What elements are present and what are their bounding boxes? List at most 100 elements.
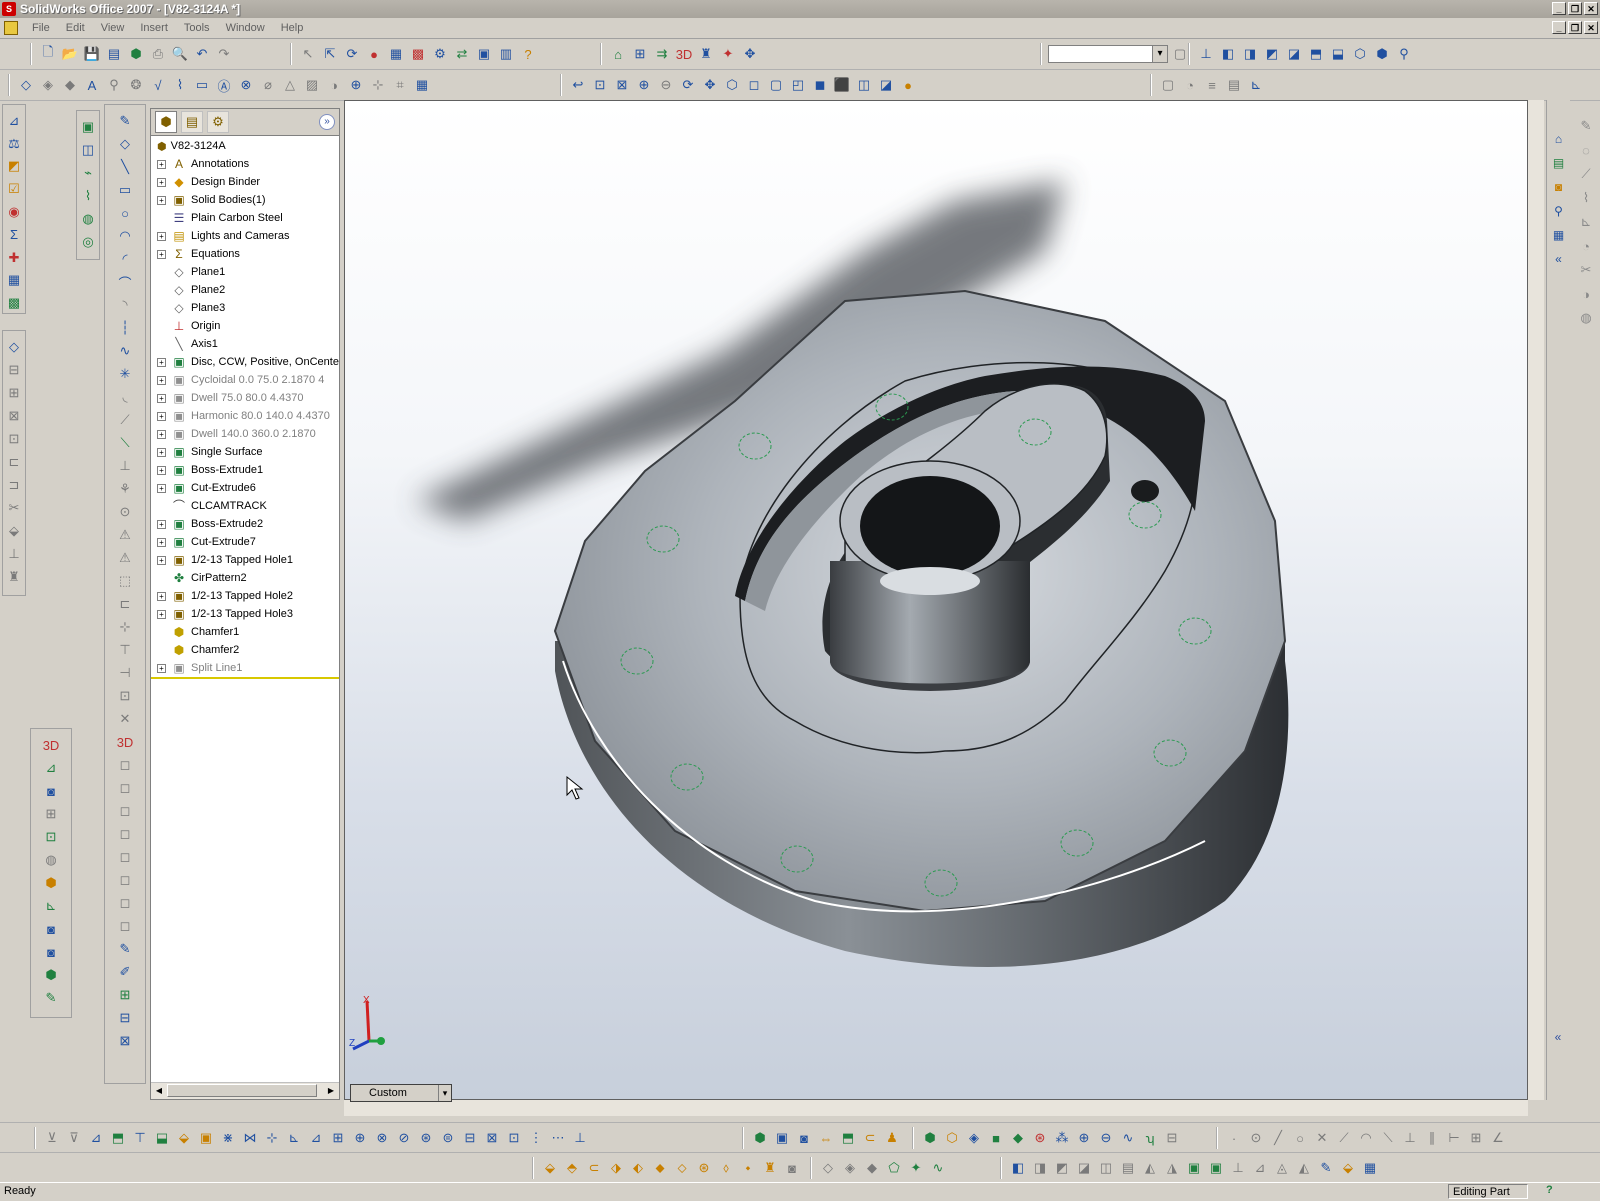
trim-extend-icon[interactable]: ∿	[928, 1158, 948, 1178]
datum-target-icon[interactable]: ⊗	[236, 75, 256, 95]
print-icon[interactable]: ⎙	[148, 44, 168, 64]
swept-surface-icon[interactable]: ⌁	[78, 163, 98, 183]
explode-block-icon[interactable]: ◻	[115, 916, 135, 936]
menu-tools[interactable]: Tools	[176, 18, 218, 38]
swept-cut-icon[interactable]: ⋈	[240, 1128, 260, 1148]
zoom-to-fit-icon[interactable]: ⊡	[590, 75, 610, 95]
chevron-down-icon[interactable]: ▾	[438, 1085, 451, 1101]
centerpoint-arc-icon[interactable]: ◠	[115, 226, 135, 246]
tree-item[interactable]: + ▣ Dwell 75.0 80.0 4.4370	[151, 389, 339, 407]
jog-icon[interactable]: ⬖	[628, 1158, 648, 1178]
isometric-view-icon[interactable]: ⬡	[1350, 44, 1370, 64]
expand-icon[interactable]: +	[157, 465, 166, 475]
wrap-icon[interactable]: ⊟	[460, 1128, 480, 1148]
draft-analysis-icon[interactable]: ◧	[1008, 1158, 1028, 1178]
viewport-hscrollbar[interactable]	[344, 1100, 1528, 1116]
search-icon[interactable]: ⚲	[1550, 202, 1568, 220]
edge-flange-icon[interactable]: ⬘	[562, 1158, 582, 1178]
move-component-icon[interactable]: ✥	[740, 44, 760, 64]
tree-item[interactable]: ⬢ Chamfer1	[151, 623, 339, 641]
new-document-icon[interactable]: 🗋	[38, 44, 58, 64]
revision-symbol-icon[interactable]: ⌗	[390, 75, 410, 95]
make-drawing-icon[interactable]: ▤	[104, 44, 124, 64]
lines-icon[interactable]: ≡	[1202, 75, 1222, 95]
datum-feature-icon[interactable]: Ⓐ	[214, 75, 234, 95]
tree-item[interactable]: ◇ Plane3	[151, 299, 339, 317]
scroll-thumb[interactable]	[167, 1084, 317, 1097]
file-explorer-icon[interactable]: ◙	[1550, 178, 1568, 196]
doc-close-button[interactable]: ✕	[1584, 21, 1598, 34]
circular-pattern-sketch-icon[interactable]: ⊤	[115, 640, 135, 660]
offset-icon[interactable]: ⟋	[115, 410, 135, 430]
point-snap-icon[interactable]: ·	[1224, 1128, 1244, 1148]
ruled-surface-icon[interactable]: ⬒	[838, 1128, 858, 1148]
expand-icon[interactable]: +	[157, 357, 166, 367]
measure-icon[interactable]: ⊿	[4, 111, 24, 131]
tree-item[interactable]: + A Annotations	[151, 155, 339, 173]
curve-through-points-icon[interactable]: ◍	[41, 850, 61, 870]
layer-sketch-icon[interactable]: ⊠	[115, 1031, 135, 1051]
helix-icon[interactable]: ⬢	[41, 873, 61, 893]
geometry-analysis-icon[interactable]: ◉	[4, 202, 24, 222]
feature-toolbar-icon[interactable]: ▢	[1158, 75, 1178, 95]
rollback-bar[interactable]	[151, 677, 339, 679]
right-tool-7-icon[interactable]: ✂	[1576, 260, 1596, 280]
tangent-arc-icon[interactable]: ◜	[115, 249, 135, 269]
bottom-view-icon[interactable]: ⬓	[1328, 44, 1348, 64]
design-table-icon[interactable]: ▩	[4, 293, 24, 313]
dimension-xpert-icon[interactable]: ◇	[4, 337, 24, 357]
surface-revolve-icon[interactable]: ⬡	[942, 1128, 962, 1148]
ordinate-icon[interactable]: ◆	[60, 75, 80, 95]
expand-icon[interactable]: +	[157, 177, 166, 187]
check-analysis-icon[interactable]: ◮	[1162, 1158, 1182, 1178]
tree-item[interactable]: ⬢ Chamfer2	[151, 641, 339, 659]
standard-views-icon[interactable]: ⬡	[722, 75, 742, 95]
composite-curve-icon[interactable]: ⊞	[41, 804, 61, 824]
shadows-icon[interactable]: ◪	[876, 75, 896, 95]
insert-component-icon[interactable]: ⊞	[630, 44, 650, 64]
right-tool-3-icon[interactable]: ⟋	[1576, 164, 1596, 184]
menu-insert[interactable]: Insert	[132, 18, 176, 38]
thickness-analysis-icon[interactable]: ◪	[1074, 1158, 1094, 1178]
shaded-icon[interactable]: ⬛	[832, 75, 852, 95]
delete-body-icon[interactable]: ⊿	[1250, 1158, 1270, 1178]
menu-help[interactable]: Help	[273, 18, 312, 38]
shaded-with-edges-icon[interactable]: ◼	[810, 75, 830, 95]
rip-icon[interactable]: ♜	[760, 1158, 780, 1178]
tree-item[interactable]: + ▣ 1/2-13 Tapped Hole3	[151, 605, 339, 623]
right-tool-9-icon[interactable]: ◍	[1576, 308, 1596, 328]
expand-icon[interactable]: +	[157, 447, 166, 457]
left-view-icon[interactable]: ◩	[1262, 44, 1282, 64]
doc-restore-button[interactable]: ❐	[1568, 21, 1582, 34]
surface-radiate-icon[interactable]: ⁂	[1052, 1128, 1072, 1148]
right-tool-8-icon[interactable]: ◑	[1576, 284, 1596, 304]
copy-sketch-icon[interactable]: ⊟	[115, 1008, 135, 1028]
expand-icon[interactable]: +	[157, 591, 166, 601]
structural-member-icon[interactable]: ◈	[840, 1158, 860, 1178]
rib-icon[interactable]: ⊞	[328, 1128, 348, 1148]
sketch-icon[interactable]: ✎	[115, 111, 135, 131]
center-mark-icon[interactable]: ⊕	[346, 75, 366, 95]
surface-sweep-icon[interactable]: ◈	[964, 1128, 984, 1148]
move-entities-icon[interactable]: ⚠	[115, 525, 135, 545]
tree-root[interactable]: ⬢ V82-3124A	[151, 137, 339, 155]
insert-bends-icon[interactable]: ◙	[782, 1158, 802, 1178]
expand-icon[interactable]: +	[157, 159, 166, 169]
mate-icon[interactable]: ⇉	[652, 44, 672, 64]
tree-item[interactable]: + ▣ Boss-Extrude2	[151, 515, 339, 533]
rotate-view-icon[interactable]: ⟳	[678, 75, 698, 95]
deviation-analysis-icon[interactable]: ◭	[1140, 1158, 1160, 1178]
sketch-fillet-icon[interactable]: ◝	[115, 295, 135, 315]
stretch-icon[interactable]: ✕	[115, 709, 135, 729]
solidworks-logo-icon[interactable]: S	[2, 2, 16, 16]
reference-plane-icon[interactable]: ⊾	[41, 896, 61, 916]
hidden-lines-visible-icon[interactable]: ▢	[766, 75, 786, 95]
split-part-icon[interactable]: ⊥	[1228, 1158, 1248, 1178]
surface-delete-face-icon[interactable]: ⊟	[1162, 1128, 1182, 1148]
surface-finish-icon[interactable]: √	[148, 75, 168, 95]
scale-icon[interactable]: ▣	[1184, 1158, 1204, 1178]
reference-axis-icon[interactable]: ◙	[41, 919, 61, 939]
close-button[interactable]: ✕	[1584, 2, 1598, 15]
graphics-area[interactable]: X Z	[344, 100, 1528, 1100]
pattern-feature-icon[interactable]: ⊠	[4, 406, 24, 426]
